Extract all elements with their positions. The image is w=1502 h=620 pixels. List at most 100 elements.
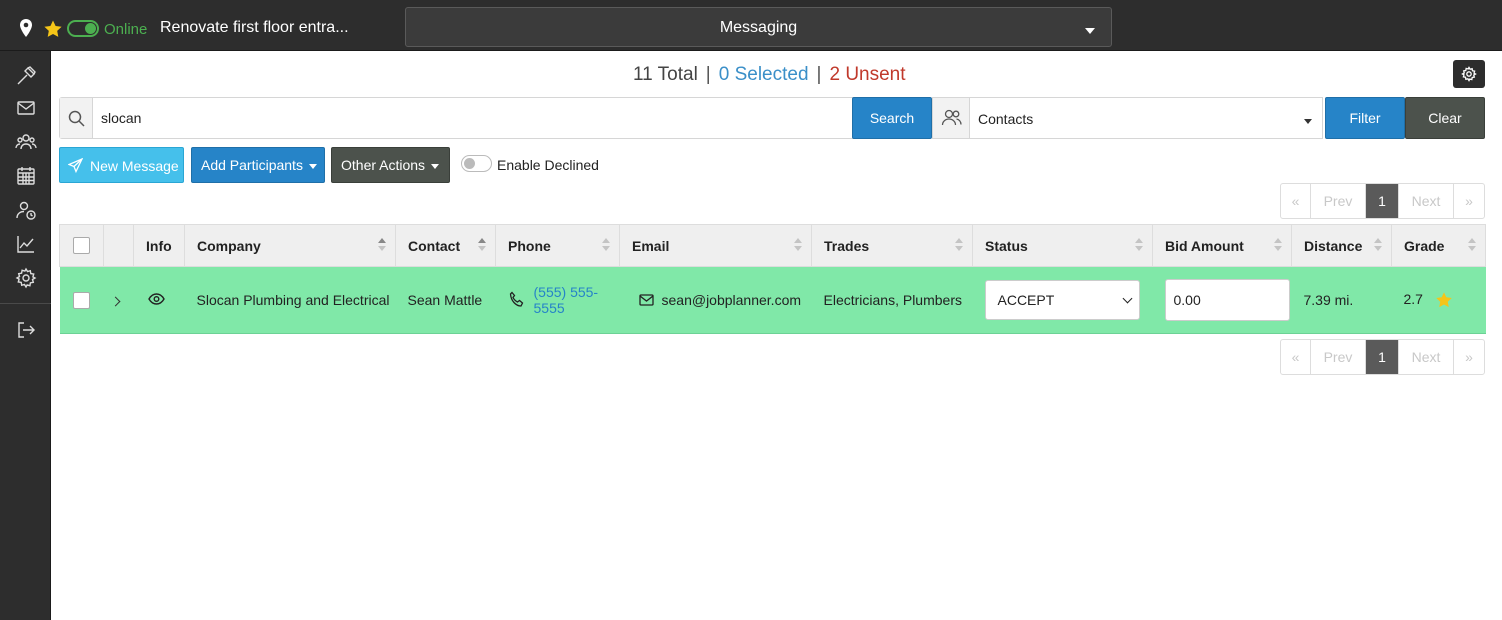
select-all-header <box>59 224 104 267</box>
contacts-icon-box <box>933 98 970 138</box>
header-trades[interactable]: Trades <box>811 224 973 267</box>
row-contact: Sean Mattle <box>395 266 496 334</box>
header-grade[interactable]: Grade <box>1391 224 1486 267</box>
users-icon <box>941 109 962 126</box>
module-select-label: Messaging <box>719 19 798 36</box>
contacts-filter-select[interactable]: Contacts <box>932 97 1323 139</box>
sidebar-divider <box>0 303 51 304</box>
expand-header <box>103 224 134 267</box>
pager-page-1[interactable]: 1 <box>1366 340 1399 374</box>
header-status-label: Status <box>985 237 1028 254</box>
header-company[interactable]: Company <box>184 224 396 267</box>
row-status-cell: ACCEPT <box>972 266 1153 334</box>
clear-button[interactable]: Clear <box>1405 97 1485 139</box>
header-trades-label: Trades <box>824 237 870 254</box>
sort-icon <box>1274 238 1282 252</box>
search-icon-box <box>60 98 93 138</box>
user-clock-icon[interactable] <box>15 199 37 221</box>
pager-first[interactable]: « <box>1281 184 1311 218</box>
eye-icon[interactable] <box>147 293 165 305</box>
mail-icon[interactable] <box>15 97 37 119</box>
header-contact-label: Contact <box>408 237 461 254</box>
selected-count[interactable]: 0 Selected <box>719 64 809 85</box>
hammer-icon[interactable] <box>15 65 37 87</box>
chevron-down-icon <box>1304 119 1312 124</box>
row-phone-cell: (555) 555-5555 <box>495 266 620 334</box>
top-bar: Online Renovate first floor entra... Mes… <box>0 0 1502 51</box>
table-row[interactable]: Slocan Plumbing and Electrical Sean Matt… <box>59 266 1486 334</box>
pager-prev[interactable]: Prev <box>1311 184 1366 218</box>
header-phone[interactable]: Phone <box>495 224 620 267</box>
online-status-label: Online <box>104 21 148 38</box>
unsent-count[interactable]: 2 Unsent <box>829 64 905 85</box>
star-icon[interactable] <box>1435 291 1453 309</box>
add-participants-button[interactable]: Add Participants <box>191 147 325 183</box>
other-actions-label: Other Actions <box>341 157 426 173</box>
add-participants-label: Add Participants <box>201 157 303 173</box>
other-actions-button[interactable]: Other Actions <box>331 147 450 183</box>
calendar-icon[interactable] <box>15 165 37 187</box>
sort-icon <box>478 238 486 252</box>
header-email[interactable]: Email <box>619 224 812 267</box>
pager-first[interactable]: « <box>1281 340 1311 374</box>
module-select[interactable]: Messaging <box>405 7 1112 47</box>
select-all-checkbox[interactable] <box>73 237 90 255</box>
gear-icon <box>1461 66 1477 82</box>
search-icon <box>68 110 85 127</box>
status-select-value: ACCEPT <box>997 292 1055 308</box>
table-header-row: Info Company Contact Phone Email Trades … <box>59 224 1486 267</box>
row-email-cell: sean@jobplanner.com <box>619 266 812 334</box>
sort-icon <box>1468 238 1476 252</box>
row-expand-cell <box>103 266 134 334</box>
status-select[interactable]: ACCEPT <box>984 280 1140 320</box>
search-input[interactable] <box>94 98 852 138</box>
header-status[interactable]: Status <box>972 224 1153 267</box>
chevron-right-icon[interactable] <box>110 296 120 307</box>
row-bid-cell <box>1152 266 1292 334</box>
logout-icon[interactable] <box>15 319 37 341</box>
header-phone-label: Phone <box>508 237 551 254</box>
header-distance[interactable]: Distance <box>1291 224 1392 267</box>
pager-next[interactable]: Next <box>1399 184 1454 218</box>
online-toggle[interactable] <box>67 20 99 37</box>
row-phone-link[interactable]: (555) 555-5555 <box>534 284 620 316</box>
project-title[interactable]: Renovate first floor entra... <box>160 19 349 37</box>
enable-declined-toggle[interactable] <box>461 155 492 172</box>
sort-icon <box>602 238 610 252</box>
pager-next[interactable]: Next <box>1399 340 1454 374</box>
summary-separator: | <box>705 64 711 85</box>
pager-page-1[interactable]: 1 <box>1366 184 1399 218</box>
pager-last[interactable]: » <box>1454 184 1484 218</box>
sidebar <box>0 51 51 620</box>
search-button[interactable]: Search <box>852 97 932 139</box>
message-summary: 11 Total | 0 Selected | 2 Unsent <box>633 64 906 86</box>
paper-plane-icon <box>68 158 83 173</box>
filter-button[interactable]: Filter <box>1325 97 1405 139</box>
new-message-button[interactable]: New Message <box>59 147 184 183</box>
bid-amount-input[interactable] <box>1164 279 1290 321</box>
row-distance: 7.39 mi. <box>1291 266 1392 334</box>
pager-prev[interactable]: Prev <box>1311 340 1366 374</box>
header-bid-amount[interactable]: Bid Amount <box>1152 224 1292 267</box>
row-select-cell <box>59 266 104 334</box>
search-group <box>59 97 932 139</box>
users-icon[interactable] <box>15 131 37 153</box>
pager-last[interactable]: » <box>1454 340 1484 374</box>
row-email[interactable]: sean@jobplanner.com <box>662 292 802 308</box>
summary-separator: | <box>816 64 822 85</box>
line-chart-icon[interactable] <box>15 233 37 255</box>
row-checkbox[interactable] <box>72 291 90 309</box>
header-email-label: Email <box>632 237 670 254</box>
gear-icon[interactable] <box>15 267 37 289</box>
row-info-cell <box>133 266 185 334</box>
mail-icon <box>638 294 654 306</box>
sort-icon <box>1135 238 1143 252</box>
location-pin-icon[interactable] <box>19 19 33 37</box>
favorite-star-icon[interactable] <box>43 19 63 39</box>
header-contact[interactable]: Contact <box>395 224 496 267</box>
header-company-label: Company <box>197 237 261 254</box>
settings-button[interactable] <box>1453 60 1485 88</box>
participants-table: Info Company Contact Phone Email Trades … <box>59 224 1486 334</box>
total-count: 11 Total <box>633 64 698 85</box>
header-info: Info <box>133 224 185 267</box>
